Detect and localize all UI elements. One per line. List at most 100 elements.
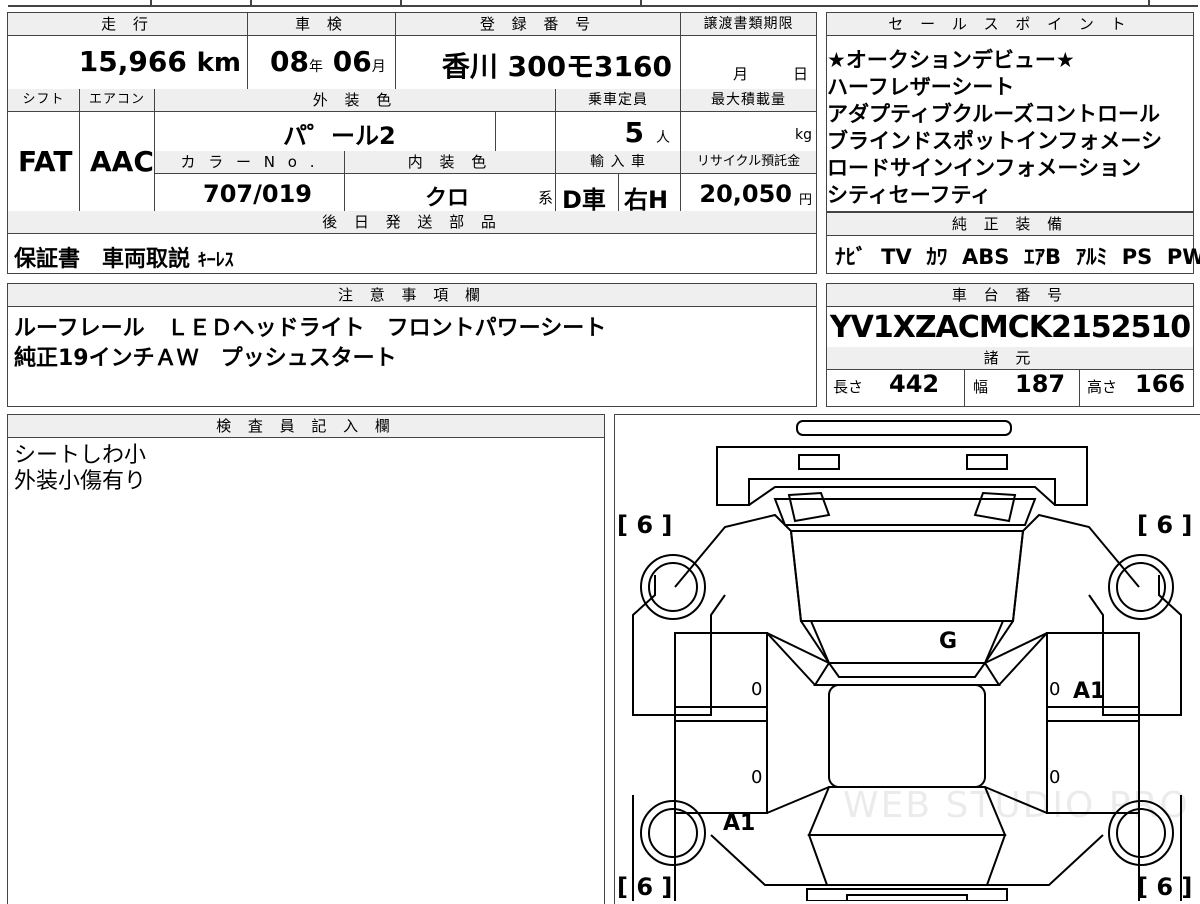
interior-color-label: 内 装 色 xyxy=(345,151,555,174)
genuine-equipment-label: 純 正 装 備 xyxy=(827,213,1193,236)
sales-point-line: アダプティブクルーズコントロール xyxy=(827,102,1161,126)
rear-bumper xyxy=(716,446,1088,506)
maxload-label: 最大積載量 xyxy=(681,89,816,112)
shift-value: FAT xyxy=(18,145,73,178)
sales-points-box: セ ー ル ス ポ イ ン ト ★オークションデビュー★ ハーフレザーシート ア… xyxy=(826,12,1194,212)
car-condition-diagram: [ 6 ] [ 6 ] [ 6 ] [ 6 ] G A1 A1 0 0 0 0 … xyxy=(614,414,1200,904)
rear-bumper-top xyxy=(796,420,1012,436)
later-parts-cell: 後 日 発 送 部 品 保証書 車両取説 ｷｰﾚｽ xyxy=(8,211,816,273)
exterior-color-value: パ゜ール2 xyxy=(283,122,396,150)
equipment-item: PS xyxy=(1121,245,1153,269)
transfer-deadline-label: 譲渡書類期限 xyxy=(681,13,816,36)
exterior-color-cell: 外 装 色 パ゜ール2 xyxy=(155,89,556,151)
rear-light-right xyxy=(966,454,1008,470)
capacity-value: 5 xyxy=(624,116,644,149)
inspector-line: シートしわ小 xyxy=(14,443,147,468)
color-no-label: カ ラ ー N o . xyxy=(155,151,344,174)
recycle-value: 20,050 xyxy=(699,180,792,208)
transfer-month-unit: 月 xyxy=(733,65,749,83)
shaken-year-unit: 年 xyxy=(308,59,323,75)
mileage-value: 15,966 xyxy=(78,45,187,78)
zero-mark: 0 xyxy=(1049,679,1061,700)
later-parts-label: 後 日 発 送 部 品 xyxy=(8,211,816,234)
transfer-deadline-cell: 譲渡書類期限 月 日 xyxy=(681,13,816,89)
color-no-cell: カ ラ ー N o . 707/019 xyxy=(155,151,345,211)
specs-label: 諸 元 xyxy=(827,347,1193,370)
ac-value: AAC xyxy=(90,145,154,178)
capacity-label: 乗車定員 xyxy=(556,89,680,112)
tire-left-front-mark: [ 6 ] xyxy=(617,873,673,901)
shift-cell: シフト FAT xyxy=(8,89,80,211)
roof-center xyxy=(828,684,986,788)
import-value-1: D車 xyxy=(562,186,606,214)
rear-vent-right xyxy=(973,491,1017,523)
inspector-box: 検 査 員 記 入 欄 シートしわ小 外装小傷有り xyxy=(7,414,605,904)
recycle-cell: リサイクル預託金 20,050 円 xyxy=(681,151,816,211)
later-parts-main: 保証書 車両取説 xyxy=(14,247,191,272)
chassis-label: 車 台 番 号 xyxy=(827,284,1193,307)
watermark: WEB STUDIO PRO xyxy=(843,785,1190,826)
length-value: 442 xyxy=(889,370,940,398)
shaken-cell: 車 検 08年 06月 xyxy=(248,13,396,89)
import-cell: 輸 入 車 D車 右H xyxy=(556,151,681,214)
capacity-unit: 人 xyxy=(656,130,670,146)
mileage-label: 走 行 xyxy=(8,13,247,36)
sales-point-line: ★オークションデビュー★ xyxy=(827,48,1075,72)
shift-label: シフト xyxy=(8,89,79,112)
registration-value: 香川 300モ3160 xyxy=(441,50,672,83)
interior-color-value: クロ xyxy=(425,186,470,211)
roof-rear xyxy=(809,620,1005,664)
registration-label: 登 録 番 号 xyxy=(396,13,680,36)
notes-box: 注 意 事 項 欄 ルーフレール ＬＥＤヘッドライト フロントパワーシート 純正… xyxy=(7,283,817,407)
equipment-item: ｱﾙﾐ xyxy=(1075,245,1108,269)
damage-mark-windshield: G xyxy=(939,629,958,654)
tire-right-front-mark: [ 6 ] xyxy=(1137,873,1193,901)
sales-points-list: ★オークションデビュー★ ハーフレザーシート アダプティブクルーズコントロール … xyxy=(827,47,1193,209)
recycle-label: リサイクル預託金 xyxy=(681,151,816,174)
zero-mark: 0 xyxy=(751,679,763,700)
maxload-unit: kg xyxy=(795,127,812,143)
equipment-item: ｴｱB xyxy=(1023,245,1061,269)
equipment-item: TV xyxy=(881,245,912,269)
equipment-item: ｶﾜ xyxy=(926,245,948,269)
inspector-label: 検 査 員 記 入 欄 xyxy=(8,415,604,438)
sales-point-line: シティセーフティ xyxy=(827,183,992,207)
tire-left-rear-mark: [ 6 ] xyxy=(617,511,673,539)
sales-points-label: セ ー ル ス ポ イ ン ト xyxy=(827,13,1193,36)
transfer-day-unit: 日 xyxy=(793,65,809,83)
rear-light-left xyxy=(798,454,840,470)
genuine-equipment-list: ﾅﾋﾞ TV ｶﾜ ABS ｴｱB ｱﾙﾐ PS PW xyxy=(835,241,1200,271)
left-rear-fender xyxy=(632,575,726,716)
notes-label: 注 意 事 項 欄 xyxy=(8,284,816,307)
height-label: 高さ xyxy=(1087,378,1118,396)
width-label: 幅 xyxy=(973,378,989,396)
left-front-tire xyxy=(640,800,706,866)
length-label: 長さ xyxy=(833,378,864,396)
sales-point-line: ロードサインインフォメーション xyxy=(827,156,1141,180)
roof-front xyxy=(813,662,1001,686)
notes-line: 純正19インチＡＷ プッシュスタート xyxy=(14,346,397,371)
vehicle-info-table: 走 行 15,966 km 車 検 08年 06月 登 録 番 号 香川 300… xyxy=(7,12,817,274)
interior-color-cell: 内 装 色 クロ 系 xyxy=(345,151,556,211)
top-clipped-strip xyxy=(0,0,1200,8)
sales-point-line: ハーフレザーシート xyxy=(827,75,1015,99)
sales-point-line: ブラインドスポットインフォメーシ xyxy=(827,129,1162,153)
shaken-label: 車 検 xyxy=(248,13,395,36)
chassis-number: YV1XZACMCK2152510 xyxy=(829,310,1191,345)
registration-cell: 登 録 番 号 香川 300モ3160 xyxy=(396,13,681,89)
mileage-unit: km xyxy=(196,48,241,78)
damage-mark-left-rear: A1 xyxy=(723,811,756,836)
mileage-cell: 走 行 15,966 km xyxy=(8,13,248,89)
capacity-cell: 乗車定員 5 人 xyxy=(556,89,681,151)
shaken-month-unit: 月 xyxy=(371,59,386,75)
zero-mark: 0 xyxy=(751,767,763,788)
tailgate-top xyxy=(748,486,1056,506)
genuine-equipment-box: 純 正 装 備 ﾅﾋﾞ TV ｶﾜ ABS ｴｱB ｱﾙﾐ PS PW xyxy=(826,212,1200,274)
chassis-specs-box: 車 台 番 号 YV1XZACMCK2152510 諸 元 長さ 442 幅 1… xyxy=(826,283,1194,407)
rear-window xyxy=(789,530,1025,622)
ac-cell: エアコン AAC xyxy=(80,89,155,211)
recycle-unit: 円 xyxy=(798,193,812,208)
rear-vent-left xyxy=(787,491,831,523)
later-parts-small: ｷｰﾚｽ xyxy=(197,250,234,271)
color-no-value: 707/019 xyxy=(203,180,312,208)
